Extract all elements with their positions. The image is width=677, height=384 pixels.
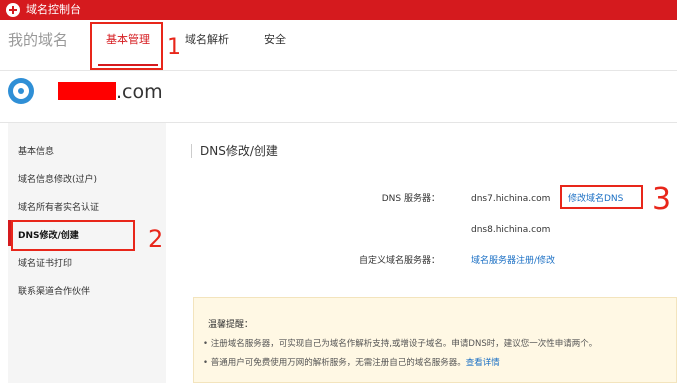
dns-register-link[interactable]: 域名服务器注册/修改 [471, 255, 555, 267]
domain-suffix: .com [116, 81, 163, 103]
annotation-box-3 [560, 185, 643, 209]
sidebar-item-modify-info[interactable]: 域名信息修改(过户) [18, 174, 97, 186]
tips-line-2-text: • 普通用户可免费使用万网的解析服务，无需注册自己的域名服务器。 [203, 358, 466, 368]
view-details-link[interactable]: 查看详情 [466, 358, 500, 368]
section-divider [191, 144, 192, 158]
dns-server-2: dns8.hichina.com [471, 225, 551, 235]
sidebar-item-basic-info[interactable]: 基本信息 [18, 146, 54, 158]
sidebar-item-owner-verification[interactable]: 域名所有者实名认证 [18, 202, 99, 214]
tips-title: 温馨提醒： [208, 320, 254, 330]
annotation-number-2: 2 [148, 225, 164, 253]
annotation-box-2 [11, 220, 135, 251]
annotation-number-3: 3 [652, 182, 672, 217]
sidebar [8, 123, 166, 383]
logo-icon [6, 3, 20, 17]
annotation-number-1: 1 [167, 35, 181, 60]
dns-server-1: dns7.hichina.com [471, 194, 551, 204]
tips-line-2: • 普通用户可免费使用万网的解析服务，无需注册自己的域名服务器。查看详情 [203, 357, 500, 369]
tab-security[interactable]: 安全 [264, 33, 286, 47]
my-domain-heading[interactable]: 我的域名 [8, 30, 68, 50]
top-bar: 域名控制台 [0, 0, 677, 20]
domain-globe-icon [8, 78, 34, 104]
annotation-box-1 [90, 22, 163, 70]
dns-server-label: DNS 服务器： [381, 194, 440, 204]
sidebar-item-partner-contact[interactable]: 联系渠道合作伙伴 [18, 286, 90, 298]
redacted-domain-name [58, 82, 116, 100]
tips-line-1: • 注册域名服务器，可实现自己为域名作解析支持,或增设子域名。申请DNS时，建议… [203, 339, 598, 349]
custom-dns-label: 自定义域名服务器： [358, 256, 440, 266]
sidebar-item-certificate-print[interactable]: 域名证书打印 [18, 258, 72, 270]
section-title: DNS修改/创建 [200, 144, 278, 158]
console-title[interactable]: 域名控制台 [26, 2, 81, 18]
tab-domain-resolution[interactable]: 域名解析 [185, 33, 229, 47]
